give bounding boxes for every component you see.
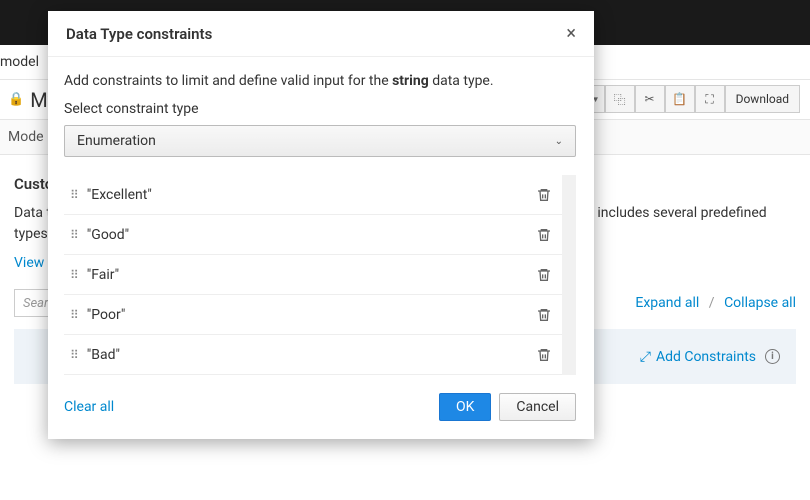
modal-intro: Add constraints to limit and define vali… bbox=[64, 73, 576, 89]
breadcrumb-item[interactable]: model bbox=[0, 54, 39, 70]
trash-icon[interactable] bbox=[536, 266, 552, 284]
lock-icon: 🔒 bbox=[8, 92, 24, 107]
modal-buttons: OK Cancel bbox=[439, 393, 576, 421]
modal-body: Add constraints to limit and define vali… bbox=[48, 57, 594, 375]
intro-pre: Add constraints to limit and define vali… bbox=[64, 73, 392, 89]
enum-item: ⠿ "Bad" bbox=[64, 335, 562, 375]
copy-icon: ⿻ bbox=[614, 91, 626, 108]
expand-icon: ⤢ bbox=[640, 349, 651, 365]
trash-icon[interactable] bbox=[536, 306, 552, 324]
info-icon: i bbox=[765, 349, 780, 364]
subtab-model[interactable]: Mode bbox=[8, 129, 44, 145]
enum-item: ⠿ "Fair" bbox=[64, 255, 562, 295]
drag-handle-icon[interactable]: ⠿ bbox=[70, 348, 77, 362]
sitemap-icon: ⛶ bbox=[705, 92, 713, 107]
enum-item-label[interactable]: "Good" bbox=[87, 227, 526, 243]
chevron-down-icon: ⌄ bbox=[555, 136, 563, 147]
toolbar-copy-button[interactable]: ⿻ bbox=[605, 85, 635, 113]
intro-post: data type. bbox=[429, 73, 494, 89]
intro-type: string bbox=[392, 73, 429, 89]
enum-item: ⠿ "Excellent" bbox=[64, 175, 562, 215]
modal-title: Data Type constraints bbox=[66, 25, 212, 43]
select-value: Enumeration bbox=[77, 133, 156, 149]
ok-label: OK bbox=[456, 399, 474, 415]
drag-handle-icon[interactable]: ⠿ bbox=[70, 308, 77, 322]
ok-button[interactable]: OK bbox=[439, 393, 491, 421]
drag-handle-icon[interactable]: ⠿ bbox=[70, 228, 77, 242]
scroll-down-icon[interactable]: ▾ bbox=[563, 368, 575, 375]
download-label: Download bbox=[736, 92, 789, 106]
trash-icon[interactable] bbox=[536, 346, 552, 364]
clear-all-link[interactable]: Clear all bbox=[64, 399, 114, 415]
search-placeholder: Sear bbox=[23, 296, 48, 311]
add-constraints-label: Add Constraints bbox=[656, 349, 756, 365]
enum-item-label[interactable]: "Bad" bbox=[87, 347, 526, 363]
cancel-label: Cancel bbox=[516, 399, 559, 415]
drag-handle-icon[interactable]: ⠿ bbox=[70, 188, 77, 202]
toolbar-cut-button[interactable]: ✂ bbox=[635, 85, 665, 113]
modal-header: Data Type constraints × bbox=[48, 11, 594, 57]
constraints-modal: Data Type constraints × Add constraints … bbox=[48, 11, 594, 439]
toolbar-paste-button[interactable]: 📋 bbox=[665, 85, 695, 113]
enum-list: ▴ ▾ ⠿ "Excellent" ⠿ "Good" ⠿ "Fair" bbox=[64, 175, 576, 375]
enum-item-label[interactable]: "Excellent" bbox=[87, 187, 526, 203]
trash-icon[interactable] bbox=[536, 226, 552, 244]
drag-handle-icon[interactable]: ⠿ bbox=[70, 268, 77, 282]
close-icon[interactable]: × bbox=[566, 25, 576, 43]
modal-footer: Clear all OK Cancel bbox=[48, 383, 594, 439]
enum-item-label[interactable]: "Poor" bbox=[87, 307, 526, 323]
select-label: Select constraint type bbox=[64, 101, 576, 117]
add-constraints-link[interactable]: ⤢ Add Constraints i bbox=[640, 349, 780, 365]
enum-item-label[interactable]: "Fair" bbox=[87, 267, 526, 283]
constraint-type-select[interactable]: Enumeration ⌄ bbox=[64, 125, 576, 157]
clipboard-icon: 📋 bbox=[672, 92, 687, 106]
separator: / bbox=[709, 295, 715, 311]
scroll-up-icon[interactable]: ▴ bbox=[563, 175, 575, 181]
enum-item: ⠿ "Good" bbox=[64, 215, 562, 255]
scissors-icon: ✂ bbox=[645, 92, 655, 106]
cancel-button[interactable]: Cancel bbox=[499, 393, 576, 421]
trash-icon[interactable] bbox=[536, 186, 552, 204]
collapse-all-link[interactable]: Collapse all bbox=[724, 295, 796, 311]
download-button[interactable]: Download bbox=[725, 85, 800, 113]
toolbar-sitemap-button[interactable]: ⛶ bbox=[695, 85, 725, 113]
scrollbar-thumb[interactable] bbox=[564, 181, 574, 331]
expand-all-link[interactable]: Expand all bbox=[635, 295, 699, 311]
expand-collapse: Expand all / Collapse all bbox=[635, 295, 796, 311]
enum-item: ⠿ "Poor" bbox=[64, 295, 562, 335]
